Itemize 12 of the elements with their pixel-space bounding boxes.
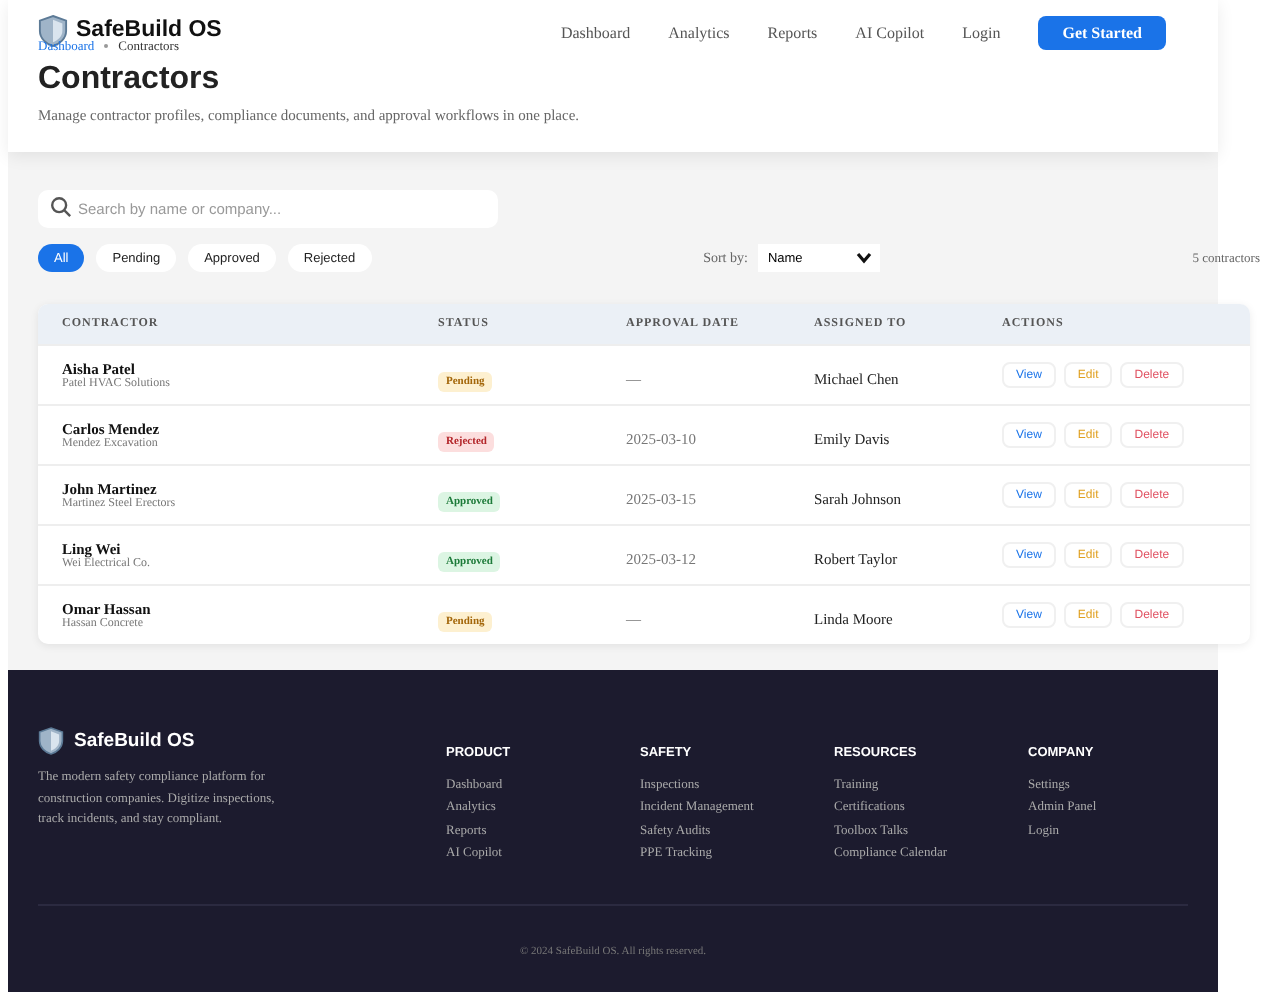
nav-link[interactable]: AI Copilot <box>855 23 925 41</box>
separator-dot <box>104 44 109 48</box>
nav-link[interactable]: Reports <box>767 23 818 41</box>
nav-link[interactable]: Dashboard <box>560 23 631 41</box>
get-started-button[interactable]: Get Started <box>1038 15 1166 49</box>
nav-link[interactable]: Login <box>962 23 1001 41</box>
nav-link[interactable]: Analytics <box>668 23 730 41</box>
chevron-down-icon <box>855 252 872 264</box>
brand-name[interactable]: SafeBuild OS <box>76 18 222 42</box>
shield-icon <box>38 726 64 756</box>
footer-brand: SafeBuild OS <box>74 730 195 752</box>
page-title: Contractors <box>38 62 222 98</box>
